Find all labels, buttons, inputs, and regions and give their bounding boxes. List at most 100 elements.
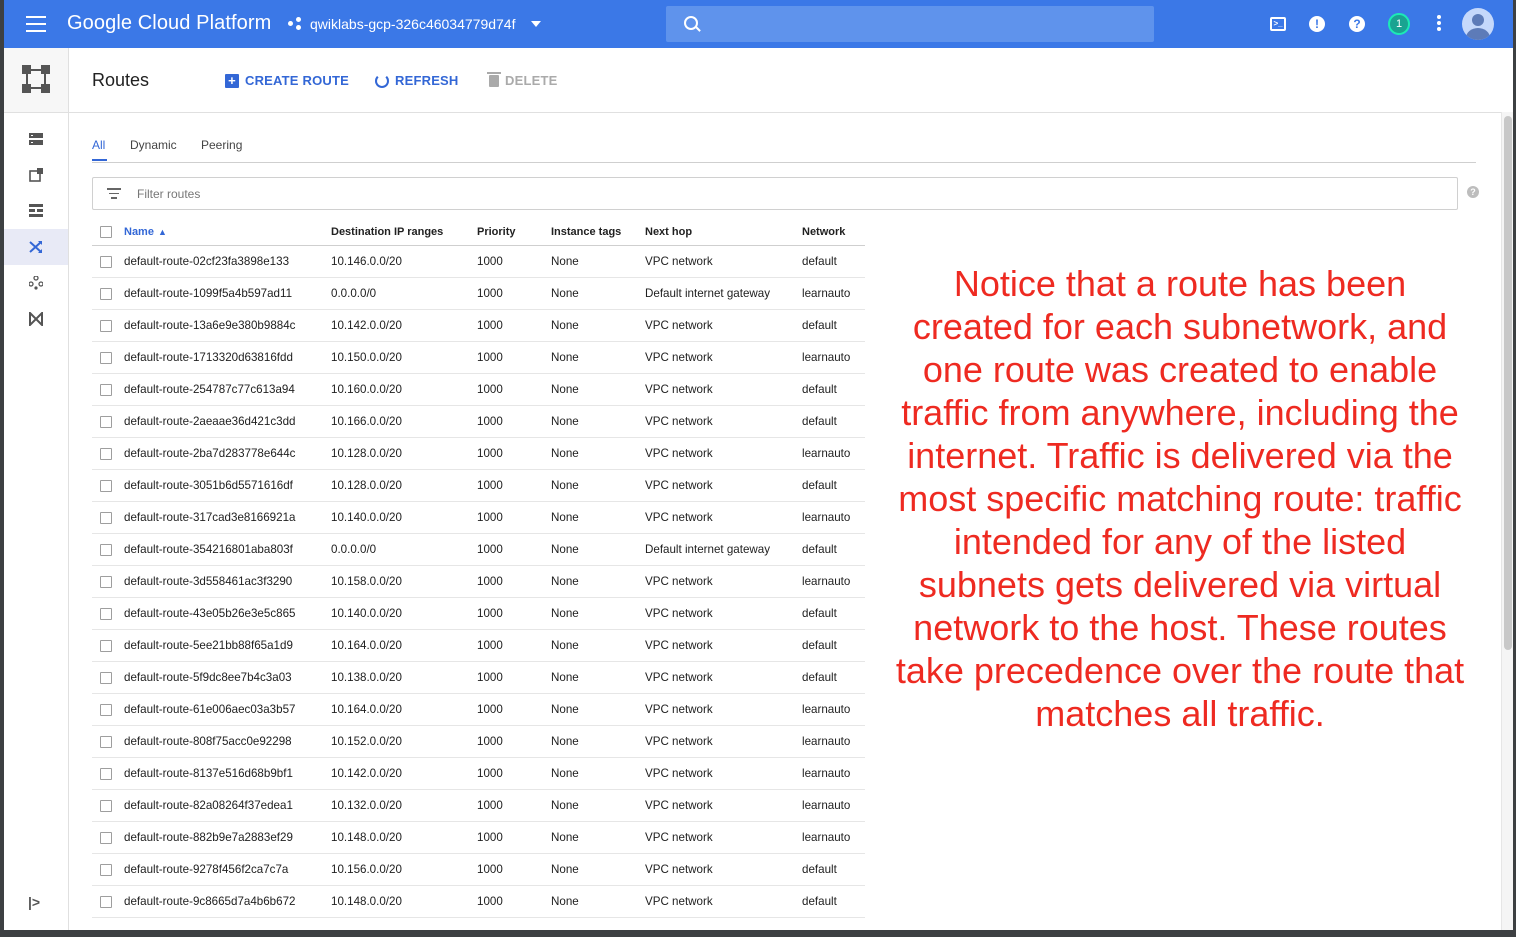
route-name-cell[interactable]: default-route-02cf23fa3898e133 xyxy=(124,245,331,278)
row-checkbox[interactable] xyxy=(100,479,112,492)
feedback-icon[interactable]: ! xyxy=(1309,16,1325,32)
table-row[interactable]: default-route-8137e516d68b9bf1 10.142.0.0… xyxy=(92,757,865,790)
search-bar[interactable] xyxy=(666,6,1154,42)
row-checkbox[interactable] xyxy=(100,671,112,684)
table-row[interactable]: default-route-2aeaae36d421c3dd 10.166.0.0… xyxy=(92,405,865,438)
route-name-cell[interactable]: default-route-2aeaae36d421c3dd xyxy=(124,405,331,438)
col-network[interactable]: Network xyxy=(802,218,865,246)
filter-input[interactable] xyxy=(135,184,739,204)
table-row[interactable]: default-route-02cf23fa3898e133 10.146.0.0… xyxy=(92,245,865,278)
table-row[interactable]: default-route-61e006aec03a3b57 10.164.0.0… xyxy=(92,693,865,726)
notifications-icon[interactable]: 1 xyxy=(1388,13,1410,35)
col-name[interactable]: Name ▲ xyxy=(124,218,331,246)
menu-icon[interactable] xyxy=(26,16,46,32)
row-checkbox[interactable] xyxy=(100,447,112,460)
row-checkbox[interactable] xyxy=(100,799,112,812)
row-checkbox[interactable] xyxy=(100,607,112,620)
route-name-cell[interactable]: default-route-1713320d63816fdd xyxy=(124,341,331,374)
row-checkbox[interactable] xyxy=(100,319,112,332)
help-icon[interactable]: ? xyxy=(1349,16,1365,32)
route-name-cell[interactable]: default-route-3051b6d5571616df xyxy=(124,469,331,502)
route-name-cell[interactable]: default-route-2ba7d283778e644c xyxy=(124,437,331,470)
route-name-cell[interactable]: default-route-354216801aba803f xyxy=(124,533,331,566)
scrollbar-thumb[interactable] xyxy=(1504,116,1512,650)
sidebar-item-routes[interactable] xyxy=(4,229,68,265)
route-name-cell[interactable]: default-route-9c8665d7a4b6b672 xyxy=(124,885,331,918)
more-options-icon[interactable] xyxy=(1429,14,1449,34)
collapse-nav-icon[interactable]: |> xyxy=(28,894,42,910)
row-checkbox[interactable] xyxy=(100,863,112,876)
table-row[interactable]: default-route-1099f5a4b597ad11 0.0.0.0/0 1… xyxy=(92,277,865,310)
select-all-checkbox[interactable] xyxy=(100,225,112,238)
route-name-cell[interactable]: default-route-13a6e9e380b9884c xyxy=(124,309,331,342)
row-checkbox[interactable] xyxy=(100,255,112,268)
sidebar-item-vpc-networks[interactable] xyxy=(4,121,68,157)
row-checkbox[interactable] xyxy=(100,735,112,748)
route-name-cell[interactable]: default-route-3d558461ac3f3290 xyxy=(124,565,331,598)
refresh-button[interactable]: REFRESH xyxy=(375,73,459,88)
col-instance-tags[interactable]: Instance tags xyxy=(551,218,645,246)
table-row[interactable]: default-route-9c8665d7a4b6b672 10.148.0.0… xyxy=(92,885,865,918)
row-checkbox[interactable] xyxy=(100,351,112,364)
table-row[interactable]: default-route-3d558461ac3f3290 10.158.0.0… xyxy=(92,565,865,598)
row-checkbox[interactable] xyxy=(100,575,112,588)
table-row[interactable]: default-route-9278f456f2ca7c7a 10.156.0.0… xyxy=(92,853,865,886)
route-name-cell[interactable]: default-route-43e05b26e3e5c865 xyxy=(124,597,331,630)
sidebar-item-firewall-rules[interactable] xyxy=(4,193,68,229)
delete-button[interactable]: DELETE xyxy=(487,71,557,88)
tab-peering[interactable]: Peering xyxy=(201,138,242,152)
row-checkbox[interactable] xyxy=(100,383,112,396)
tab-all[interactable]: All xyxy=(92,138,105,152)
route-name-cell[interactable]: default-route-9278f456f2ca7c7a xyxy=(124,853,331,886)
route-name-cell[interactable]: default-route-82a08264f37edea1 xyxy=(124,789,331,822)
table-row[interactable]: default-route-882b9e7a2883ef29 10.148.0.0… xyxy=(92,821,865,854)
route-name-cell[interactable]: default-route-882b9e7a2883ef29 xyxy=(124,821,331,854)
project-selector[interactable]: qwiklabs-gcp-326c46034779d74f xyxy=(288,12,542,36)
row-checkbox[interactable] xyxy=(100,415,112,428)
row-checkbox[interactable] xyxy=(100,511,112,524)
row-checkbox[interactable] xyxy=(100,543,112,556)
sidebar-item-shared-vpc[interactable] xyxy=(4,301,68,337)
table-row[interactable]: default-route-808f75acc0e92298 10.152.0.0… xyxy=(92,725,865,758)
create-route-button[interactable]: + CREATE ROUTE xyxy=(225,73,349,88)
col-priority[interactable]: Priority xyxy=(477,218,551,246)
filter-help-icon[interactable]: ? xyxy=(1467,186,1479,198)
search-input[interactable] xyxy=(710,14,1134,36)
route-name-cell[interactable]: default-route-1099f5a4b597ad11 xyxy=(124,277,331,310)
table-row[interactable]: default-route-43e05b26e3e5c865 10.140.0.0… xyxy=(92,597,865,630)
sidebar-item-external-ip[interactable] xyxy=(4,157,68,193)
table-row[interactable]: default-route-82a08264f37edea1 10.132.0.0… xyxy=(92,789,865,822)
tab-dynamic[interactable]: Dynamic xyxy=(130,138,177,152)
table-row[interactable]: default-route-2ba7d283778e644c 10.128.0.0… xyxy=(92,437,865,470)
route-name-cell[interactable]: default-route-5f9dc8ee7b4c3a03 xyxy=(124,661,331,694)
table-row[interactable]: default-route-5f9dc8ee7b4c3a03 10.138.0.0… xyxy=(92,661,865,694)
sidebar-item-vpc-peering[interactable] xyxy=(4,265,68,301)
brand-title[interactable]: Google Cloud Platform xyxy=(67,12,271,35)
route-name-cell[interactable]: default-route-61e006aec03a3b57 xyxy=(124,693,331,726)
avatar[interactable] xyxy=(1462,8,1494,40)
route-name-cell[interactable]: default-route-317cad3e8166921a xyxy=(124,501,331,534)
route-name-cell[interactable]: default-route-8137e516d68b9bf1 xyxy=(124,757,331,790)
row-checkbox[interactable] xyxy=(100,287,112,300)
table-row[interactable]: default-route-354216801aba803f 0.0.0.0/0 1… xyxy=(92,533,865,566)
filter-bar[interactable] xyxy=(92,177,1458,210)
col-name-label: Name xyxy=(124,225,154,238)
row-checkbox[interactable] xyxy=(100,831,112,844)
table-row[interactable]: default-route-1713320d63816fdd 10.150.0.0… xyxy=(92,341,865,374)
row-checkbox[interactable] xyxy=(100,895,112,908)
table-row[interactable]: default-route-317cad3e8166921a 10.140.0.0… xyxy=(92,501,865,534)
row-checkbox[interactable] xyxy=(100,767,112,780)
col-next-hop[interactable]: Next hop xyxy=(645,218,802,246)
table-row[interactable]: default-route-3051b6d5571616df 10.128.0.0… xyxy=(92,469,865,502)
col-destination[interactable]: Destination IP ranges xyxy=(331,218,477,246)
scrollbar[interactable] xyxy=(1501,112,1513,930)
table-row[interactable]: default-route-254787c77c613a94 10.160.0.0… xyxy=(92,373,865,406)
cloud-shell-icon[interactable]: >_ xyxy=(1270,17,1286,31)
route-name-cell[interactable]: default-route-254787c77c613a94 xyxy=(124,373,331,406)
table-row[interactable]: default-route-13a6e9e380b9884c 10.142.0.0… xyxy=(92,309,865,342)
row-checkbox[interactable] xyxy=(100,703,112,716)
route-name-cell[interactable]: default-route-5ee21bb88f65a1d9 xyxy=(124,629,331,662)
table-row[interactable]: default-route-5ee21bb88f65a1d9 10.164.0.0… xyxy=(92,629,865,662)
route-name-cell[interactable]: default-route-808f75acc0e92298 xyxy=(124,725,331,758)
row-checkbox[interactable] xyxy=(100,639,112,652)
